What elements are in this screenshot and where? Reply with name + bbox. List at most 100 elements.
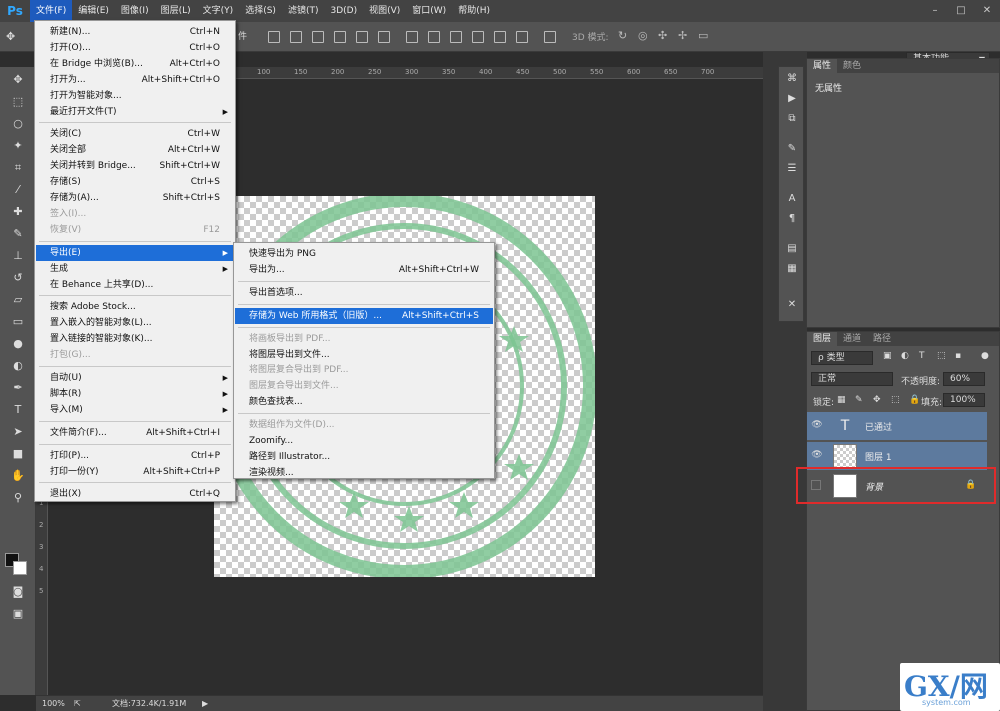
menu-8[interactable]: 视图(V) xyxy=(363,0,406,22)
screen-mode-icon[interactable]: ▣ xyxy=(6,605,30,623)
menu-item[interactable]: 关闭全部 Alt+Ctrl+W xyxy=(36,142,234,158)
3d-rotate-icon[interactable]: ↻ xyxy=(618,29,627,42)
menu-item[interactable]: 将图层导出到文件... xyxy=(235,347,493,363)
3d-scale-icon[interactable]: ▭ xyxy=(698,29,708,42)
document-info[interactable]: 文档:732.4K/1.91M xyxy=(112,696,186,711)
eye-icon[interactable]: 👁 xyxy=(811,420,823,432)
brush-presets-icon[interactable]: ☰ xyxy=(783,161,801,177)
menu-item[interactable]: 签入(I)... xyxy=(36,206,234,222)
crop-tool-icon[interactable]: ⌗ xyxy=(6,159,30,177)
close-button[interactable]: ✕ xyxy=(974,0,1000,22)
brush-tool-icon[interactable]: ✎ xyxy=(6,225,30,243)
menu-item[interactable]: Zoomify... xyxy=(235,433,493,449)
menu-item[interactable]: 关闭(C) Ctrl+W xyxy=(36,126,234,142)
filter-smart-icon[interactable]: ▪ xyxy=(955,351,961,361)
opacity-input[interactable]: 60% xyxy=(943,372,985,386)
menu-item[interactable]: 关闭并转到 Bridge... Shift+Ctrl+W xyxy=(36,158,234,174)
share-icon[interactable]: ⇱ xyxy=(74,696,81,711)
filter-toggle-icon[interactable]: ● xyxy=(981,351,989,361)
menu-item[interactable]: 搜索 Adobe Stock... xyxy=(36,299,234,315)
align-bottom-icon[interactable] xyxy=(312,31,324,43)
filter-adjust-icon[interactable]: ◐ xyxy=(901,351,909,361)
restore-button[interactable]: □ xyxy=(948,0,974,22)
quick-mask-icon[interactable]: ◙ xyxy=(6,583,30,601)
move-tool-icon[interactable]: ✥ xyxy=(6,71,30,89)
menu-item[interactable]: 导出首选项... xyxy=(235,285,493,301)
menu-1[interactable]: 编辑(E) xyxy=(72,0,115,22)
panel-tab[interactable]: 图层 xyxy=(807,332,838,346)
menu-item[interactable]: 存储为(A)... Shift+Ctrl+S xyxy=(36,190,234,206)
panel-tab[interactable]: 颜色 xyxy=(837,59,867,73)
align-hcenter-icon[interactable] xyxy=(356,31,368,43)
menu-item[interactable]: 在 Bridge 中浏览(B)... Alt+Ctrl+O xyxy=(36,56,234,72)
gradient-tool-icon[interactable]: ▭ xyxy=(6,313,30,331)
3d-slide-icon[interactable]: ✢ xyxy=(678,29,687,42)
notes-panel-icon[interactable]: ▦ xyxy=(783,261,801,277)
rectangle-tool-icon[interactable]: ■ xyxy=(6,445,30,463)
menu-item[interactable]: 自动(U) ▶ xyxy=(36,370,234,386)
minimize-button[interactable]: – xyxy=(922,0,948,22)
blend-mode-select[interactable]: 正常 xyxy=(811,372,893,386)
menu-item[interactable]: 存储为 Web 所用格式（旧版）... Alt+Shift+Ctrl+S xyxy=(235,307,493,324)
menu-item[interactable]: 数据组作为文件(D)... xyxy=(235,417,493,433)
menu-item[interactable]: 打包(G)... xyxy=(36,347,234,363)
zoom-level[interactable]: 100% xyxy=(42,696,65,711)
panel-tab[interactable]: 通道 xyxy=(837,332,867,346)
paragraph-panel-icon[interactable]: ¶ xyxy=(783,211,801,227)
panel-tab[interactable]: 路径 xyxy=(867,332,897,346)
menu-item[interactable]: 新建(N)... Ctrl+N xyxy=(36,24,234,40)
menu-4[interactable]: 文字(Y) xyxy=(197,0,240,22)
lock-transparent-icon[interactable]: ▦ xyxy=(837,395,846,405)
stamp-tool-icon[interactable]: ⊥ xyxy=(6,247,30,265)
type-tool-icon[interactable]: T xyxy=(6,401,30,419)
menu-item[interactable]: 在 Behance 上共享(D)... xyxy=(36,277,234,293)
path-select-tool-icon[interactable]: ➤ xyxy=(6,423,30,441)
menu-item[interactable]: 恢复(V) F12 xyxy=(36,222,234,238)
align-left-icon[interactable] xyxy=(334,31,346,43)
3d-drag-icon[interactable]: ✣ xyxy=(658,29,667,42)
marquee-tool-icon[interactable]: ⬚ xyxy=(6,93,30,111)
pen-tool-icon[interactable]: ✒ xyxy=(6,379,30,397)
menu-item[interactable]: 导出为... Alt+Shift+Ctrl+W xyxy=(235,262,493,278)
device-preview-icon[interactable]: ⧉ xyxy=(783,111,801,127)
menu-item[interactable]: 颜色查找表... xyxy=(235,394,493,410)
lasso-tool-icon[interactable]: ○ xyxy=(6,115,30,133)
hand-tool-icon[interactable]: ✋ xyxy=(6,467,30,485)
menu-item[interactable]: 置入嵌入的智能对象(L)... xyxy=(36,315,234,331)
distribute-vcenter-icon[interactable] xyxy=(428,31,440,43)
menu-6[interactable]: 滤镜(T) xyxy=(282,0,325,22)
menu-item[interactable]: 退出(X) Ctrl+Q xyxy=(36,486,234,502)
menu-item[interactable]: 打印一份(Y) Alt+Shift+Ctrl+P xyxy=(36,464,234,480)
lock-all-icon[interactable]: 🔒 xyxy=(909,395,920,405)
distribute-top-icon[interactable] xyxy=(406,31,418,43)
brush-panel-icon[interactable]: ✎ xyxy=(783,141,801,157)
menu-item[interactable]: 图层复合导出到文件... xyxy=(235,378,493,394)
menu-item[interactable]: 生成 ▶ xyxy=(36,261,234,277)
menu-item[interactable]: 打开为... Alt+Shift+Ctrl+O xyxy=(36,72,234,88)
distribute-left-icon[interactable] xyxy=(472,31,484,43)
distribute-right-icon[interactable] xyxy=(516,31,528,43)
eye-icon[interactable]: 👁 xyxy=(811,450,823,462)
distribute-hcenter-icon[interactable] xyxy=(494,31,506,43)
move-tool-icon[interactable]: ✥ xyxy=(6,30,15,43)
menu-item[interactable]: 打开为智能对象... xyxy=(36,88,234,104)
align-top-icon[interactable] xyxy=(268,31,280,43)
blur-tool-icon[interactable]: ● xyxy=(6,335,30,353)
layer-row[interactable]: 👁 图层 1 xyxy=(807,442,987,470)
menu-item[interactable]: 置入链接的智能对象(K)... xyxy=(36,331,234,347)
background-color-swatch[interactable] xyxy=(13,561,27,575)
menu-item[interactable]: 导出(E) ▶ xyxy=(36,244,234,261)
zoom-tool-icon[interactable]: ⚲ xyxy=(6,489,30,507)
eraser-tool-icon[interactable]: ▱ xyxy=(6,291,30,309)
filter-type-icon[interactable]: T xyxy=(919,351,925,361)
menu-item[interactable]: 文件简介(F)... Alt+Shift+Ctrl+I xyxy=(36,425,234,441)
character-panel-icon[interactable]: A xyxy=(783,191,801,207)
layer-row[interactable]: 👁 T 已通过 xyxy=(807,412,987,440)
layer-filter-select[interactable]: ρ 类型 xyxy=(811,351,873,365)
menu-item[interactable]: 脚本(R) ▶ xyxy=(36,386,234,402)
align-right-icon[interactable] xyxy=(378,31,390,43)
libraries-panel-icon[interactable]: ▤ xyxy=(783,241,801,257)
healing-brush-tool-icon[interactable]: ✚ xyxy=(6,203,30,221)
menu-item[interactable]: 渲染视频... xyxy=(235,465,493,481)
menu-item[interactable]: 打印(P)... Ctrl+P xyxy=(36,448,234,464)
